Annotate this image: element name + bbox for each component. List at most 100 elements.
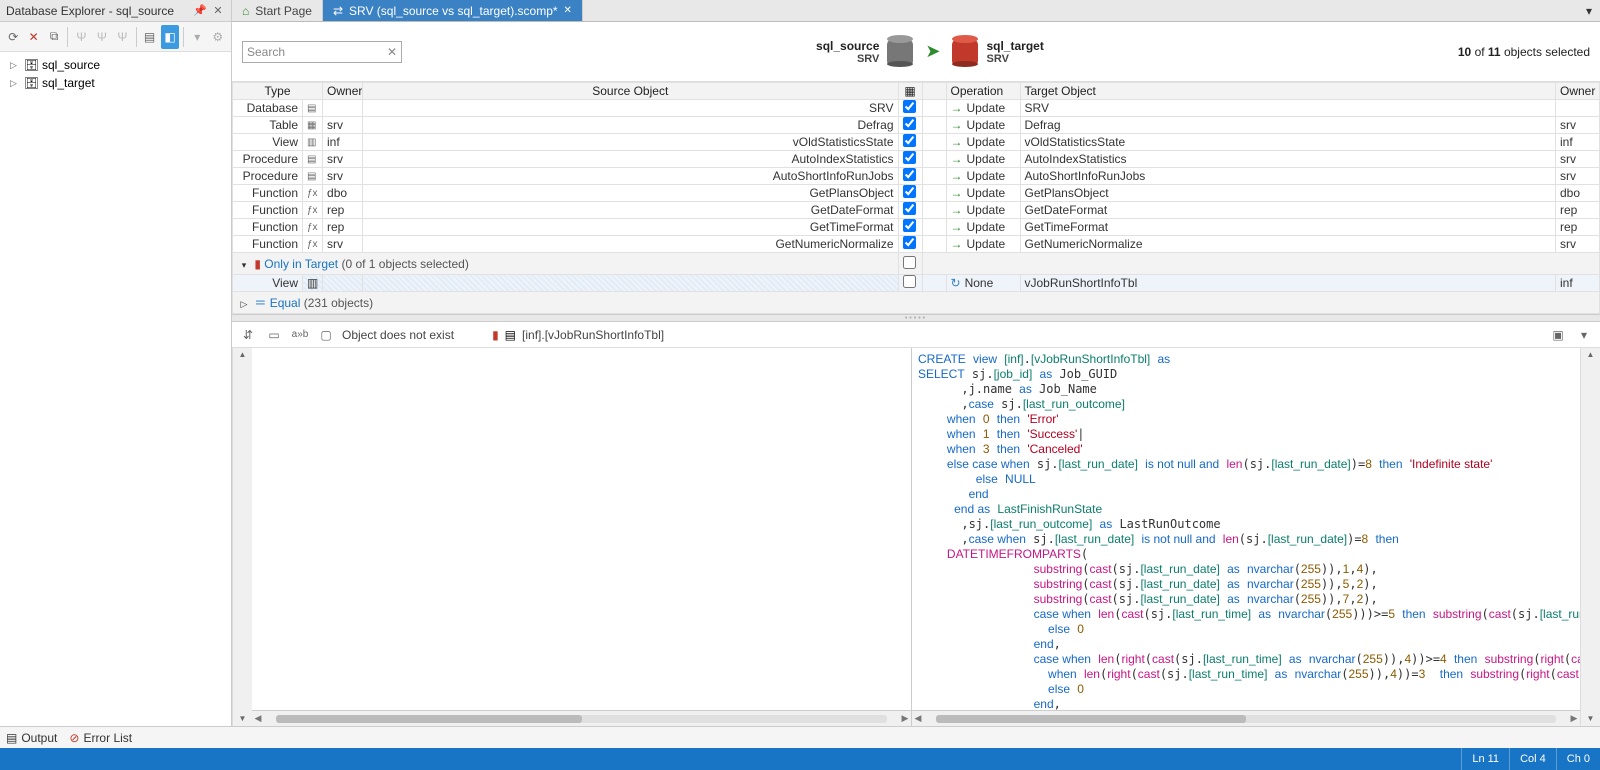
gear-icon[interactable]: ⚙ (209, 25, 227, 49)
delete-icon[interactable]: ✕ (24, 25, 42, 49)
type-icon: ▦ (303, 117, 323, 134)
right-hscroll[interactable]: ◀▶ (912, 710, 1580, 726)
col-check-all[interactable]: ▦ (898, 83, 922, 100)
close-icon[interactable]: ✕ (211, 4, 225, 17)
filter2-icon[interactable]: Ψ (93, 25, 111, 49)
grid-row[interactable]: Table▦srvDefrag→UpdateDefragsrv (233, 117, 1600, 134)
gutter-down-icon[interactable]: ▼ (237, 714, 249, 724)
cell-owner: inf (323, 134, 363, 151)
grid-row[interactable]: FunctionƒxsrvGetNumericNormalize→UpdateG… (233, 236, 1600, 253)
gutter-up-icon[interactable]: ▲ (1585, 350, 1597, 360)
collapse-icon[interactable]: ▾ (237, 260, 251, 271)
tab-comparison[interactable]: ⇄ SRV (sql_source vs sql_target).scomp* … (323, 0, 583, 21)
cell-target: Defrag (1020, 117, 1556, 134)
grid-row[interactable]: FunctionƒxdboGetPlansObject→UpdateGetPla… (233, 185, 1600, 202)
col-owner2[interactable]: Owner (1556, 83, 1600, 100)
expand-icon[interactable]: ▢ (316, 325, 336, 345)
right-code[interactable]: CREATE view [inf].[vJobRunShortInfoTbl] … (912, 348, 1580, 710)
group-checkbox[interactable] (903, 256, 916, 269)
funnel-icon[interactable]: ▾ (188, 25, 206, 49)
explorer-tree: ▷ 🗄 sql_source ▷ 🗄 sql_target (0, 52, 231, 726)
row-checkbox[interactable] (903, 275, 916, 288)
copy-icon[interactable]: ⧉ (45, 25, 63, 49)
cell-target: vJobRunShortInfoTbl (1020, 275, 1556, 292)
expand-icon[interactable]: ▷ (10, 78, 20, 89)
database-explorer-panel: Database Explorer - sql_source 📌 ✕ ⟳ ✕ ⧉… (0, 0, 232, 726)
row-checkbox[interactable] (903, 236, 916, 249)
grid-row[interactable]: FunctionƒxrepGetDateFormat→UpdateGetDate… (233, 202, 1600, 219)
left-hscroll[interactable]: ◀▶ (252, 710, 911, 726)
filter3-icon[interactable]: Ψ (113, 25, 131, 49)
row-checkbox[interactable] (903, 219, 916, 232)
col-operation[interactable]: Operation (946, 83, 1020, 100)
tab-start-page[interactable]: ⌂ Start Page (232, 0, 323, 21)
col-owner[interactable]: Owner (323, 83, 363, 100)
row-checkbox[interactable] (903, 134, 916, 147)
search-input[interactable]: Search ✕ (242, 41, 402, 63)
cell-owner: srv (323, 117, 363, 134)
refresh-icon[interactable]: ⟳ (4, 25, 22, 49)
clear-search-icon[interactable]: ✕ (387, 45, 397, 59)
output-tab[interactable]: ▤Output (6, 731, 57, 745)
error-list-tab[interactable]: ⊘Error List (69, 731, 132, 745)
grid-row[interactable]: Database▤SRV→UpdateSRV (233, 100, 1600, 117)
cell-op: Update (967, 152, 1006, 166)
equal-icon: ＝ (254, 296, 266, 310)
expand-icon[interactable]: ▷ (237, 299, 251, 310)
gutter-down-icon[interactable]: ▼ (1585, 714, 1597, 724)
wrap-icon[interactable]: ▭ (264, 325, 284, 345)
db-filter-icon[interactable]: ▤ (140, 25, 158, 49)
compare-icon: ⇄ (333, 4, 343, 18)
cell-type: Table (233, 117, 303, 134)
pin-icon[interactable]: 📌 (193, 4, 207, 17)
cell-owner2: dbo (1556, 185, 1600, 202)
cell-owner2: srv (1556, 236, 1600, 253)
tree-node[interactable]: ▷ 🗄 sql_source (0, 56, 231, 74)
cell-owner2: srv (1556, 117, 1600, 134)
group-only-in-target[interactable]: ▾ ▮ Only in Target (0 of 1 objects selec… (233, 253, 1600, 275)
row-checkbox[interactable] (903, 100, 916, 113)
left-code[interactable] (252, 348, 911, 710)
col-source[interactable]: Source Object (363, 83, 898, 100)
tree-node[interactable]: ▷ 🗄 sql_target (0, 74, 231, 92)
row-checkbox[interactable] (903, 117, 916, 130)
diff-right-pane[interactable]: CREATE view [inf].[vJobRunShortInfoTbl] … (912, 348, 1580, 726)
type-icon: ƒx (303, 236, 323, 253)
filter1-icon[interactable]: Ψ (72, 25, 90, 49)
horizontal-splitter[interactable]: ••••• (232, 314, 1600, 322)
text-icon[interactable]: a»b (290, 325, 310, 345)
grid-row[interactable]: Procedure▤srvAutoShortInfoRunJobs→Update… (233, 168, 1600, 185)
expand-icon[interactable]: ▷ (10, 60, 20, 71)
tree-node-label: sql_target (42, 76, 95, 90)
grid-row[interactable]: FunctionƒxrepGetTimeFormat→UpdateGetTime… (233, 219, 1600, 236)
database-icon (952, 39, 978, 65)
maximize-icon[interactable]: ▣ (1548, 325, 1568, 345)
group-equal[interactable]: ▷ ＝ Equal (231 objects) (233, 292, 1600, 314)
cell-op: Update (967, 169, 1006, 183)
grid-row[interactable]: View▥infvOldStatisticsState→UpdatevOldSt… (233, 134, 1600, 151)
cell-type: Procedure (233, 151, 303, 168)
diff-left-pane[interactable]: ◀▶ (252, 348, 912, 726)
row-checkbox[interactable] (903, 168, 916, 181)
col-type[interactable]: Type (233, 83, 323, 100)
arrow-right-icon: → (951, 237, 963, 251)
target-server: SRV (986, 53, 1043, 65)
row-checkbox[interactable] (903, 185, 916, 198)
close-tab-icon[interactable]: ✕ (564, 5, 572, 16)
sync-scroll-icon[interactable]: ⇵ (238, 325, 258, 345)
database-icon (887, 39, 913, 65)
row-checkbox[interactable] (903, 202, 916, 215)
cell-target: GetTimeFormat (1020, 219, 1556, 236)
tab-overflow-icon[interactable]: ▾ (1578, 0, 1600, 21)
row-checkbox[interactable] (903, 151, 916, 164)
cell-op: Update (967, 118, 1006, 132)
options-icon[interactable]: ▾ (1574, 325, 1594, 345)
cell-target: SRV (1020, 100, 1556, 117)
type-icon: ▤ (303, 151, 323, 168)
cell-target: GetNumericNormalize (1020, 236, 1556, 253)
col-target[interactable]: Target Object (1020, 83, 1556, 100)
grid-row[interactable]: Procedure▤srvAutoIndexStatistics→UpdateA… (233, 151, 1600, 168)
gutter-up-icon[interactable]: ▲ (237, 350, 249, 360)
view-mode-icon[interactable]: ◧ (161, 25, 179, 49)
grid-row[interactable]: View ▥ ↻None vJobRunShortInfoTbl inf (233, 275, 1600, 292)
